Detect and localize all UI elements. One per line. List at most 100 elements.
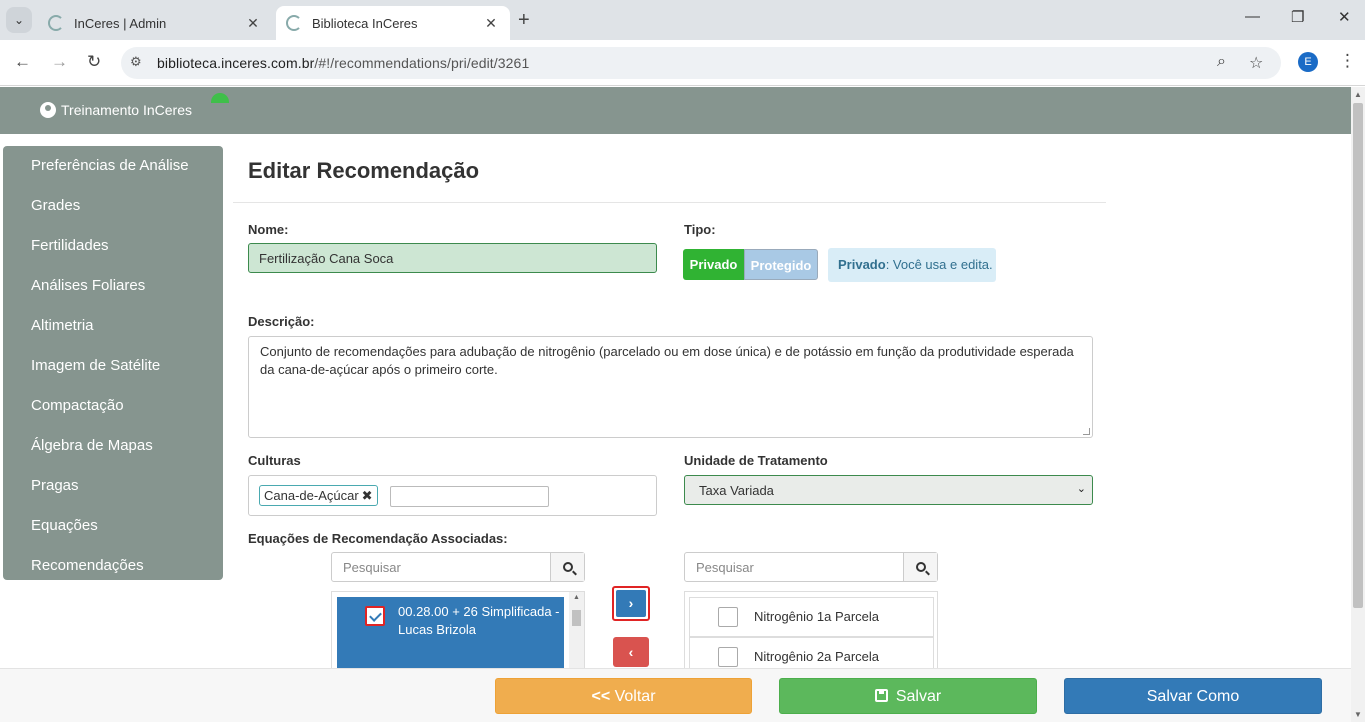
left-search-input[interactable]: Pesquisar [343, 560, 401, 575]
list-item-label: Nitrogênio 2a Parcela [754, 649, 880, 664]
list-scrollbar[interactable]: ▲ [569, 592, 584, 670]
user-menu[interactable]: Treinamento InCeres [40, 102, 192, 118]
sidebar-item-equacoes[interactable]: Equações [3, 516, 223, 556]
url-host: biblioteca.inceres.com.br [157, 55, 315, 71]
list-item[interactable]: Nitrogênio 1a Parcela [689, 597, 934, 637]
available-equations-list: Nitrogênio 1a Parcela Nitrogênio 2a Parc… [684, 591, 938, 671]
scrollbar-thumb[interactable] [1353, 103, 1363, 608]
sidebar-item-altimetria[interactable]: Altimetria [3, 316, 223, 356]
voltar-button[interactable]: << Voltar [495, 678, 752, 714]
voltar-label: Voltar [614, 688, 656, 705]
scroll-up-icon[interactable]: ▲ [573, 594, 580, 601]
sidebar-item-recomendacoes[interactable]: Recomendações [3, 556, 223, 596]
user-circle-icon [40, 102, 56, 118]
culturas-label: Culturas [248, 453, 301, 468]
profile-avatar[interactable]: E [1298, 52, 1318, 72]
page-scrollbar[interactable]: ▲ ▼ [1351, 87, 1365, 722]
double-chevron-left-icon: << [591, 688, 611, 705]
save-disk-icon [874, 689, 888, 702]
sidebar-item-imagem-satelite[interactable]: Imagem de Satélite [3, 356, 223, 396]
tipo-protegido-button[interactable]: Protegido [744, 249, 818, 280]
salvar-button[interactable]: Salvar [779, 678, 1037, 714]
list-item-label: Nitrogênio 1a Parcela [754, 609, 880, 624]
right-search-button[interactable] [903, 553, 937, 581]
resize-handle[interactable] [1083, 428, 1090, 435]
culturas-input[interactable] [390, 486, 549, 507]
chevron-down-icon: ⌄ [1076, 483, 1086, 495]
window-close-icon[interactable]: ✕ [1338, 8, 1351, 26]
cultura-tag-label: Cana-de-Açúcar [264, 488, 359, 503]
url-path: /#!/recommendations/pri/edit/3261 [314, 55, 530, 71]
left-search-button[interactable] [550, 553, 584, 581]
tipo-info-text: : Você usa e edita. [885, 257, 993, 272]
tipo-info-bold: Privado [838, 257, 886, 272]
tipo-privado-button[interactable]: Privado [683, 249, 744, 280]
zoom-icon[interactable]: ⌕ [1217, 53, 1226, 71]
tab-search-button[interactable]: ⌄ [6, 7, 32, 33]
user-name: Treinamento InCeres [61, 102, 192, 118]
right-search: Pesquisar [684, 552, 938, 582]
address-bar: ← → ↻ ⚙ biblioteca.inceres.com.br/#!/rec… [0, 40, 1365, 86]
close-icon[interactable]: ✕ [244, 15, 262, 32]
checkbox[interactable] [718, 607, 738, 627]
move-left-button[interactable]: ‹ [613, 637, 649, 667]
checkbox[interactable] [718, 647, 738, 667]
tab-title: InCeres | Admin [74, 15, 167, 31]
left-search: Pesquisar [331, 552, 585, 582]
descricao-text: Conjunto de recomendações para adubação … [260, 344, 1074, 377]
equacoes-label: Equações de Recomendação Associadas: [248, 531, 508, 546]
tipo-info-alert: Privado: Você usa e edita. [828, 248, 996, 282]
salvar-como-label: Salvar Como [1146, 688, 1240, 705]
sidebar-item-grades[interactable]: Grades [3, 196, 223, 236]
nome-input[interactable]: Fertilização Cana Soca [248, 243, 657, 273]
salvar-label: Salvar [895, 688, 942, 705]
culturas-field[interactable]: Cana-de-Açúcar ✖ [248, 475, 657, 516]
remove-tag-icon[interactable]: ✖ [362, 488, 373, 503]
sidebar-item-compactacao[interactable]: Compactação [3, 396, 223, 436]
bookmark-star-icon[interactable]: ☆ [1249, 53, 1263, 73]
sidebar-item-pragas[interactable]: Pragas [3, 476, 223, 516]
move-right-button[interactable]: › [612, 586, 650, 621]
browser-menu-icon[interactable]: ⋮ [1339, 51, 1356, 71]
sidebar-item-fertilidades[interactable]: Fertilidades [3, 236, 223, 276]
list-item[interactable]: 00.28.00 + 26 Simplificada - Lucas Brizo… [337, 597, 564, 670]
minimize-icon[interactable]: — [1245, 8, 1260, 25]
divider [233, 202, 1106, 203]
cultura-tag: Cana-de-Açúcar ✖ [259, 485, 378, 506]
unidade-selected: Taxa Variada [699, 483, 774, 498]
page-title: Editar Recomendação [248, 158, 480, 183]
forward-icon[interactable]: → [51, 52, 68, 72]
sidebar-item-analises-foliares[interactable]: Análises Foliares [3, 276, 223, 316]
list-item[interactable]: Nitrogênio 2a Parcela [689, 637, 934, 670]
right-search-input[interactable]: Pesquisar [696, 560, 754, 575]
checkbox-checked[interactable] [365, 606, 385, 626]
url-input[interactable]: ⚙ biblioteca.inceres.com.br/#!/recommend… [121, 47, 1281, 79]
restore-icon[interactable]: ❐ [1291, 8, 1304, 26]
associated-equations-list: 00.28.00 + 26 Simplificada - Lucas Brizo… [331, 591, 585, 671]
search-icon [562, 562, 573, 572]
search-icon [915, 562, 926, 572]
descricao-label: Descrição: [248, 314, 315, 329]
browser-tab-admin[interactable]: InCeres | Admin ✕ [38, 6, 272, 40]
loading-icon [286, 15, 302, 31]
sidebar-item-algebra-mapas[interactable]: Álgebra de Mapas [3, 436, 223, 476]
tab-title: Biblioteca InCeres [312, 15, 418, 31]
salvar-como-button[interactable]: Salvar Como [1064, 678, 1322, 714]
loading-icon [48, 15, 64, 31]
unidade-select[interactable]: Taxa Variada ⌄ [684, 475, 1093, 505]
scroll-up-icon[interactable]: ▲ [1354, 90, 1362, 99]
reload-icon[interactable]: ↻ [87, 52, 101, 72]
unidade-label: Unidade de Tratamento [684, 453, 828, 468]
scrollbar-thumb[interactable] [572, 610, 581, 626]
close-icon[interactable]: ✕ [482, 15, 500, 32]
sidebar-item-preferencias[interactable]: Preferências de Análise [3, 156, 223, 196]
new-tab-icon[interactable]: + [518, 9, 530, 32]
site-settings-icon[interactable]: ⚙ [130, 54, 142, 70]
connection-status-icon [211, 93, 229, 103]
descricao-textarea[interactable]: Conjunto de recomendações para adubação … [248, 336, 1093, 438]
browser-tab-biblioteca[interactable]: Biblioteca InCeres ✕ [276, 6, 510, 40]
back-icon[interactable]: ← [14, 52, 31, 72]
browser-tabbar: ⌄ InCeres | Admin ✕ Biblioteca InCeres ✕… [0, 0, 1365, 40]
scroll-down-icon[interactable]: ▼ [1354, 710, 1362, 719]
action-footer: << Voltar Salvar Salvar Como [0, 668, 1351, 722]
